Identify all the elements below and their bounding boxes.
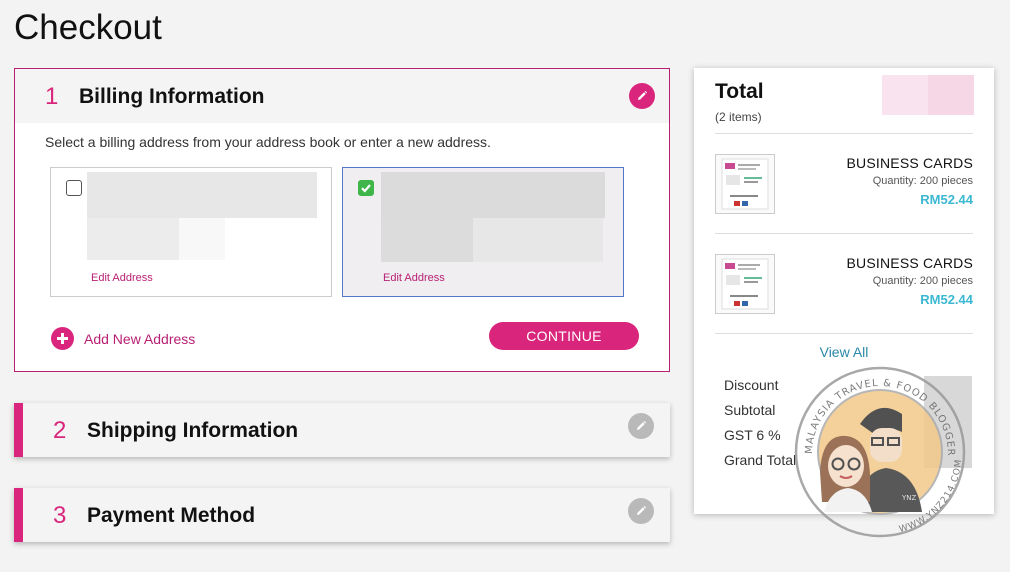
edit-icon[interactable] xyxy=(628,498,654,524)
address-card-selected[interactable]: Edit Address xyxy=(342,167,624,297)
divider xyxy=(715,133,973,134)
step-number: 2 xyxy=(53,417,67,444)
redacted-address xyxy=(87,218,179,260)
item-name: BUSINESS CARDS xyxy=(846,155,973,171)
grand-total-label: Grand Total xyxy=(724,452,797,468)
watermark-badge: YNZ xyxy=(901,494,917,502)
redacted-address xyxy=(179,218,225,260)
redacted-address xyxy=(473,218,603,262)
product-thumbnail[interactable] xyxy=(715,154,775,214)
payment-panel[interactable]: 3 Payment Method xyxy=(14,488,670,542)
shipping-panel[interactable]: 2 Shipping Information xyxy=(14,403,670,457)
subtotal-label: Subtotal xyxy=(724,402,776,418)
item-quantity: Quantity: 200 pieces xyxy=(872,175,973,187)
add-new-address-label: Add New Address xyxy=(84,330,196,347)
edit-address-link[interactable]: Edit Address xyxy=(91,272,153,284)
billing-title: Billing Information xyxy=(79,85,265,108)
redacted-total xyxy=(882,75,974,115)
step-number: 3 xyxy=(53,502,67,529)
blogger-watermark: MALAYSIA TRAVEL & FOOD BLOGGER WWW.YNZ21… xyxy=(790,362,970,542)
edit-icon[interactable] xyxy=(629,83,655,109)
total-title: Total xyxy=(715,80,764,103)
payment-title: Payment Method xyxy=(87,504,256,527)
redacted-address xyxy=(381,218,473,262)
plus-icon xyxy=(51,327,74,350)
billing-intro: Select a billing address from your addre… xyxy=(45,134,491,150)
divider xyxy=(715,233,973,234)
item-name: BUSINESS CARDS xyxy=(846,255,973,271)
step-number: 1 xyxy=(45,83,59,110)
add-new-address-button[interactable]: Add New Address xyxy=(51,327,195,350)
item-price: RM52.44 xyxy=(920,192,973,207)
edit-icon[interactable] xyxy=(628,413,654,439)
address-checkbox[interactable] xyxy=(66,180,82,196)
address-checkbox-checked[interactable] xyxy=(358,180,374,196)
redacted-address xyxy=(381,172,605,218)
continue-button[interactable]: CONTINUE xyxy=(489,322,639,350)
billing-header[interactable]: 1 Billing Information xyxy=(15,69,669,123)
divider xyxy=(715,333,973,334)
item-quantity: Quantity: 200 pieces xyxy=(872,275,973,287)
item-price: RM52.44 xyxy=(920,292,973,307)
address-card[interactable]: Edit Address xyxy=(50,167,332,297)
view-all-link[interactable]: View All xyxy=(694,344,994,360)
gst-label: GST 6 % xyxy=(724,427,781,443)
product-thumbnail[interactable] xyxy=(715,254,775,314)
discount-label: Discount xyxy=(724,377,779,393)
redacted-address xyxy=(87,172,317,218)
shipping-title: Shipping Information xyxy=(87,419,299,442)
edit-address-link[interactable]: Edit Address xyxy=(383,272,445,284)
item-count: (2 items) xyxy=(715,110,762,124)
page-title: Checkout xyxy=(14,8,162,47)
billing-panel: 1 Billing Information Select a billing a… xyxy=(14,68,670,372)
